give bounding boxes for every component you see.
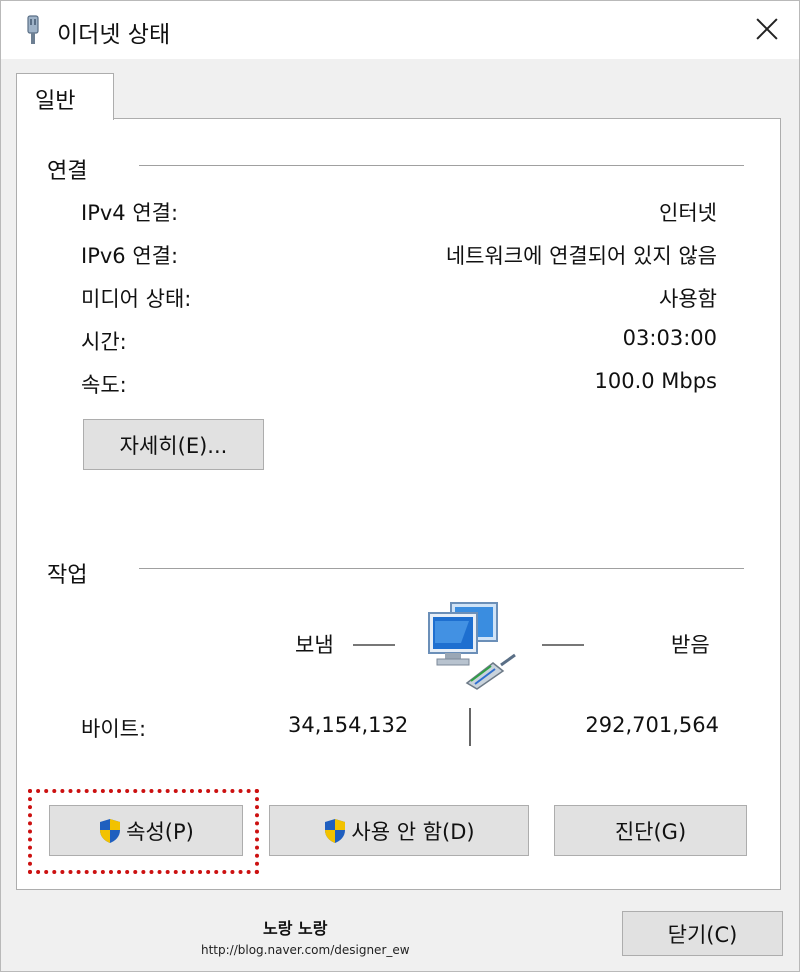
diagnose-button-label: 진단(G) [614,819,687,844]
bytes-divider [469,708,471,746]
uac-shield-icon [325,818,346,843]
uac-shield-icon [100,818,121,843]
ipv4-label: IPv4 연결: [81,201,179,225]
speed-value: 100.0 Mbps [594,369,717,393]
details-button[interactable]: 자세히(E)... [83,419,264,470]
activity-group-title: 작업 [47,557,88,589]
properties-button[interactable]: 속성(P) [49,805,243,856]
ipv6-label: IPv6 연결: [81,244,179,268]
tab-label: 일반 [35,89,76,114]
received-dash [542,644,584,646]
ipv6-value: 네트워크에 연결되어 있지 않음 [445,244,717,268]
speed-label: 속도: [81,373,127,397]
details-button-label: 자세히(E)... [119,433,228,458]
duration-label: 시간: [81,330,127,354]
received-label: 받음 [671,633,710,657]
disable-button-label: 사용 안 함(D) [351,819,475,844]
activity-group-line [139,568,744,569]
connection-group-line [139,165,744,166]
media-state-label: 미디어 상태: [81,287,192,311]
sent-dash [353,644,395,646]
close-icon[interactable] [749,11,785,47]
connection-group-title: 연결 [47,153,88,185]
diagnose-button[interactable]: 진단(G) [554,805,747,856]
network-computers-icon [428,602,516,690]
duration-value: 03:03:00 [622,326,717,350]
bytes-sent-value: 34,154,132 [288,713,409,737]
watermark-url: http://blog.naver.com/designer_ew [201,943,410,957]
window-title: 이더넷 상태 [57,22,171,48]
bytes-label: 바이트: [81,717,147,741]
close-button-label: 닫기(C) [667,922,738,947]
disable-button[interactable]: 사용 안 함(D) [269,805,529,856]
ethernet-icon [27,15,39,44]
tab-general[interactable]: 일반 [16,73,114,120]
title-bar[interactable]: 이더넷 상태 [1,1,799,59]
ethernet-status-window: 이더넷 상태 일반 연결 IPv4 연결: 인터넷 IPv6 연결: 네트워크에… [0,0,800,972]
bytes-received-value: 292,701,564 [585,713,719,737]
properties-button-label: 속성(P) [126,819,194,844]
watermark-title: 노랑 노랑 [263,919,328,938]
media-state-value: 사용함 [659,287,717,311]
close-button[interactable]: 닫기(C) [622,911,783,956]
ipv4-value: 인터넷 [659,201,717,225]
sent-label: 보냄 [295,633,334,657]
general-panel [16,118,781,890]
